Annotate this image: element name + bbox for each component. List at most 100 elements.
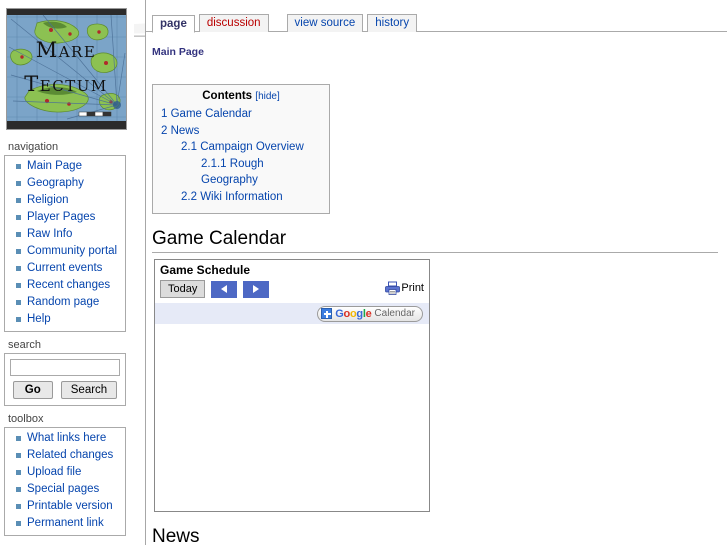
toolbox-link-printable-version[interactable]: Printable version: [27, 500, 113, 512]
toc-number: 2.1: [181, 141, 197, 153]
toc-title: Contents: [202, 90, 253, 102]
toolbox-link-special-pages[interactable]: Special pages: [27, 483, 99, 495]
calendar-print-label: Print: [401, 282, 424, 294]
sidebar-item-what-links-here[interactable]: What links here: [5, 430, 125, 447]
sidebar-link-religion[interactable]: Religion: [27, 194, 69, 206]
sidebar-item-player-pages[interactable]: Player Pages: [5, 209, 125, 226]
calendar-title: Game Schedule: [160, 263, 251, 277]
calendar-toolbar: Today Print: [155, 277, 429, 302]
page-subtitle: Main Page: [152, 46, 204, 58]
sidebar-item-special-pages[interactable]: Special pages: [5, 481, 125, 498]
tab-history[interactable]: history: [367, 14, 418, 32]
search-buttons: Go Search: [5, 381, 125, 399]
google-letter-e: e: [365, 307, 372, 320]
toc-text: Campaign Overview: [200, 141, 304, 153]
sidebar-link-recent-changes[interactable]: Recent changes: [27, 279, 110, 291]
google-calendar-embed[interactable]: Game Schedule Today Print Google Calenda…: [154, 259, 430, 512]
table-of-contents: Contents [hide] 1 Game Calendar 2 News 2…: [152, 84, 330, 214]
content-column: page discussion view source history Main…: [145, 0, 727, 545]
sidebar-item-help[interactable]: Help: [5, 311, 125, 328]
sidebar-item-geography[interactable]: Geography: [5, 175, 125, 192]
calendar-badge-product: Calendar: [374, 308, 415, 319]
toc-number: 2: [161, 124, 168, 137]
printer-icon: [385, 281, 401, 295]
calendar-grid-area[interactable]: [155, 324, 429, 506]
search-heading: search: [8, 339, 42, 351]
plus-icon: [321, 308, 333, 319]
sidebar-item-current-events[interactable]: Current events: [5, 260, 125, 277]
calendar-print-link[interactable]: Print: [385, 281, 424, 295]
sidebar-item-upload-file[interactable]: Upload file: [5, 464, 125, 481]
toc-number: 2.2: [181, 190, 197, 203]
search-fulltext-button[interactable]: Search: [60, 381, 118, 399]
toc-number: 2.1.1: [201, 157, 227, 170]
add-to-google-calendar-button[interactable]: Google Calendar: [317, 305, 423, 322]
tab-page[interactable]: page: [152, 15, 195, 33]
sidebar-link-community-portal[interactable]: Community portal: [27, 245, 117, 257]
sidebar-item-random-page[interactable]: Random page: [5, 294, 125, 311]
calendar-brand-strip: Google Calendar: [155, 302, 429, 324]
toolbox-link-related-changes[interactable]: Related changes: [27, 449, 113, 461]
toc-item-news[interactable]: 2 News: [161, 123, 321, 140]
toc-item-wiki-information[interactable]: 2.2 Wiki Information: [161, 189, 321, 206]
toc-item-rough-geography[interactable]: 2.1.1 Rough Geography: [161, 156, 321, 189]
sidebar-item-raw-info[interactable]: Raw Info: [5, 226, 125, 243]
toolbox-list: What links here Related changes Upload f…: [5, 430, 125, 532]
sidebar-item-permanent-link[interactable]: Permanent link: [5, 515, 125, 532]
sidebar-item-community-portal[interactable]: Community portal: [5, 243, 125, 260]
toolbox-link-upload-file[interactable]: Upload file: [27, 466, 81, 478]
navigation-list: Main Page Geography Religion Player Page…: [5, 158, 125, 328]
sidebar-link-geography[interactable]: Geography: [27, 177, 84, 189]
sidebar-portlet-navigation: navigation Main Page Geography Religion …: [0, 140, 134, 332]
sidebar-link-current-events[interactable]: Current events: [27, 262, 102, 274]
sidebar-link-random-page[interactable]: Random page: [27, 296, 99, 308]
toc-link-rough-geography[interactable]: 2.1.1 Rough Geography: [201, 158, 264, 187]
toc-bracket-close: ]: [276, 91, 280, 102]
toc-link-wiki-information[interactable]: 2.2 Wiki Information: [181, 191, 283, 203]
toc-hide-link[interactable]: hide: [258, 91, 277, 102]
toc-link-campaign-overview[interactable]: 2.1 Campaign Overview: [181, 141, 304, 153]
sidebar-item-recent-changes[interactable]: Recent changes: [5, 277, 125, 294]
page-tabs: page discussion view source history: [146, 0, 727, 33]
wiki-page: Log in: [0, 0, 727, 545]
tab-view-source[interactable]: view source: [286, 14, 364, 32]
sidebar-item-main-page[interactable]: Main Page: [5, 158, 125, 175]
toolbox-link-what-links-here[interactable]: What links here: [27, 432, 106, 444]
mare-tectum-map-logo-image: MARE TECTUM: [7, 9, 126, 129]
sidebar-portlet-search: search Go Search: [0, 338, 134, 406]
sidebar-link-raw-info[interactable]: Raw Info: [27, 228, 72, 240]
sidebar-portlet-toolbox: toolbox What links here Related changes …: [0, 412, 134, 536]
sidebar: MARE TECTUM navigation Main Page Geograp…: [0, 0, 134, 545]
toc-text: Wiki Information: [200, 190, 283, 203]
search-input[interactable]: [10, 359, 120, 376]
sidebar-item-religion[interactable]: Religion: [5, 192, 125, 209]
toc-text: Game Calendar: [170, 108, 252, 120]
article-body: Contents [hide] 1 Game Calendar 2 News 2…: [152, 62, 722, 545]
arrow-right-icon: [253, 285, 260, 293]
toc-link-game-calendar[interactable]: 1 Game Calendar: [161, 108, 252, 120]
sidebar-item-printable-version[interactable]: Printable version: [5, 498, 125, 515]
tab-discussion[interactable]: discussion: [198, 14, 269, 32]
search-go-button[interactable]: Go: [12, 381, 53, 399]
toolbox-heading: toolbox: [8, 413, 44, 425]
google-letter-g: G: [335, 307, 344, 320]
site-logo[interactable]: MARE TECTUM: [6, 8, 127, 130]
calendar-today-button[interactable]: Today: [160, 280, 206, 298]
toc-link-news[interactable]: 2 News: [161, 125, 199, 137]
sidebar-link-main-page[interactable]: Main Page: [27, 160, 82, 172]
section-heading-news: News: [152, 526, 718, 545]
calendar-next-button[interactable]: [243, 280, 270, 298]
toolbox-link-permanent-link[interactable]: Permanent link: [27, 517, 104, 529]
navigation-heading: navigation: [8, 141, 59, 153]
toc-list: 1 Game Calendar 2 News 2.1 Campaign Over…: [161, 106, 321, 205]
google-wordmark: Google: [335, 308, 371, 320]
calendar-prev-button[interactable]: [211, 280, 238, 298]
toc-text: News: [170, 124, 200, 137]
toc-item-campaign-overview[interactable]: 2.1 Campaign Overview: [161, 139, 321, 156]
arrow-left-icon: [221, 285, 228, 293]
sidebar-link-help[interactable]: Help: [27, 313, 51, 325]
toc-item-game-calendar[interactable]: 1 Game Calendar: [161, 106, 321, 123]
sidebar-item-related-changes[interactable]: Related changes: [5, 447, 125, 464]
toc-toggle: [hide]: [255, 91, 279, 102]
sidebar-link-player-pages[interactable]: Player Pages: [27, 211, 95, 223]
